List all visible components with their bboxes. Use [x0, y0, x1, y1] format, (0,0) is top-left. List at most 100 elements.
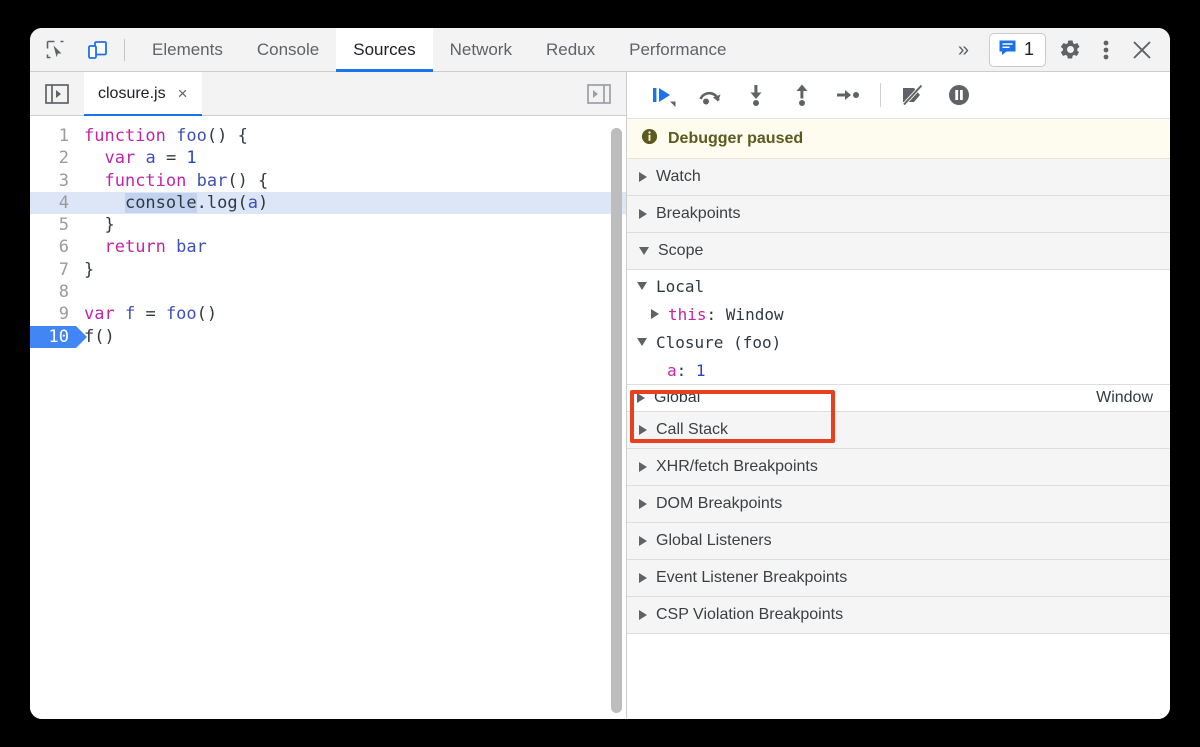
line-number[interactable]: 9 — [30, 303, 76, 325]
line-number[interactable]: 4 — [30, 191, 76, 215]
code-line[interactable]: 9 var f = foo() — [30, 303, 626, 325]
section-xhr-fetch-breakpoints[interactable]: XHR/fetch Breakpoints — [627, 449, 1170, 486]
property-separator: : — [676, 360, 696, 380]
code-line[interactable]: 3 function bar() { — [30, 170, 626, 192]
editor-pane: closure.js × 1 function foo() {2 var a = … — [30, 71, 627, 719]
section-breakpoints[interactable]: Breakpoints — [627, 196, 1170, 233]
scope-closure-label: Closure (foo) — [656, 332, 782, 352]
gear-icon[interactable] — [1052, 32, 1088, 68]
file-tab-closure-js[interactable]: closure.js × — [84, 71, 202, 116]
code-line[interactable]: 6 return bar — [30, 236, 626, 258]
file-tab-label: closure.js — [98, 84, 166, 102]
code-line[interactable]: 2 var a = 1 — [30, 147, 626, 169]
code-token: f — [124, 304, 136, 325]
more-tabs-button[interactable]: » — [944, 40, 983, 60]
code-token: return — [104, 237, 166, 258]
code-token: a — [247, 192, 259, 213]
scope-global-node[interactable]: Global Window — [627, 384, 1170, 412]
tab-console[interactable]: Console — [240, 28, 336, 72]
show-navigator-icon[interactable] — [40, 77, 74, 111]
tab-network[interactable]: Network — [433, 28, 529, 72]
line-number[interactable]: 1 — [30, 125, 76, 147]
section-global-listeners-label: Global Listeners — [656, 532, 772, 549]
code-token: ) — [258, 192, 269, 213]
code-line-text: var a = 1 — [76, 147, 197, 169]
code-line-text: function bar() { — [76, 170, 268, 192]
code-token: foo — [165, 304, 197, 325]
section-dom-breakpoints-label: DOM Breakpoints — [656, 495, 783, 512]
code-line[interactable]: 10 f() — [30, 325, 626, 348]
step-over-next-function-call-icon[interactable] — [687, 75, 733, 115]
code-token: var — [84, 304, 115, 325]
section-global-listeners[interactable]: Global Listeners — [627, 523, 1170, 560]
section-csp-violation-breakpoints[interactable]: CSP Violation Breakpoints — [627, 597, 1170, 634]
property-value: Window — [725, 304, 784, 324]
code-line[interactable]: 4 console.log(a) — [30, 191, 626, 215]
scope-closure-node[interactable]: Closure (foo) — [627, 328, 1170, 356]
code-line[interactable]: 5 } — [30, 214, 626, 236]
code-line-text: } — [76, 259, 94, 281]
breakpoint-marker[interactable]: 10 — [30, 325, 87, 348]
code-editor[interactable]: 1 function foo() {2 var a = 13 function b… — [30, 116, 626, 719]
code-token: function — [84, 126, 166, 146]
property-name: a — [667, 360, 677, 380]
step-icon[interactable] — [825, 75, 871, 115]
code-token: = — [155, 148, 187, 169]
debugger-controls-toolbar — [627, 72, 1170, 119]
code-token: 1 — [186, 148, 197, 169]
section-dom-breakpoints[interactable]: DOM Breakpoints — [627, 486, 1170, 523]
code-line[interactable]: 1 function foo() { — [30, 125, 626, 147]
scope-property-this[interactable]: this : Window — [627, 300, 1170, 328]
deactivate-breakpoints-icon[interactable] — [890, 75, 936, 115]
message-count: 1 — [1023, 39, 1034, 59]
line-number[interactable]: 6 — [30, 236, 76, 258]
line-number[interactable]: 3 — [30, 170, 76, 192]
file-tab-close-icon[interactable]: × — [178, 85, 188, 102]
code-token: .log( — [196, 192, 248, 213]
line-number[interactable]: 5 — [30, 214, 76, 236]
step-out-of-current-function-icon[interactable] — [779, 75, 825, 115]
code-line[interactable]: 8 — [30, 281, 626, 303]
tab-sources[interactable]: Sources — [336, 28, 434, 72]
pause-on-exceptions-icon[interactable] — [936, 75, 982, 115]
chevron-right-icon — [637, 393, 645, 403]
code-token: function — [104, 170, 187, 191]
code-token: = — [135, 304, 166, 325]
code-token: console — [124, 192, 197, 213]
section-scope[interactable]: Scope — [627, 233, 1170, 270]
editor-scrollbar[interactable] — [611, 128, 622, 713]
message-count-badge[interactable]: 1 — [988, 32, 1046, 67]
chevron-right-icon — [639, 573, 647, 583]
code-token: bar — [176, 237, 207, 258]
chevron-right-icon — [639, 172, 647, 182]
scope-property-a[interactable]: a : 1 — [627, 356, 1170, 384]
chevron-right-icon — [639, 536, 647, 546]
show-debugger-icon[interactable] — [582, 77, 616, 111]
debugger-sidebar: Debugger paused Watch Breakpoints Scope — [627, 72, 1170, 719]
line-number[interactable]: 2 — [30, 147, 76, 169]
inspect-element-icon[interactable] — [38, 33, 72, 67]
tab-redux[interactable]: Redux — [529, 28, 612, 72]
code-token: foo — [176, 126, 207, 146]
step-into-next-function-call-icon[interactable] — [733, 75, 779, 115]
kebab-menu-icon[interactable] — [1088, 32, 1124, 68]
debugger-paused-label: Debugger paused — [668, 129, 804, 147]
device-toolbar-icon[interactable] — [80, 33, 114, 67]
scope-local-node[interactable]: Local — [627, 272, 1170, 300]
tab-performance[interactable]: Performance — [612, 28, 743, 72]
section-watch[interactable]: Watch — [627, 159, 1170, 196]
resume-script-execution-icon[interactable] — [641, 75, 687, 115]
section-event-listener-breakpoints[interactable]: Event Listener Breakpoints — [627, 560, 1170, 597]
line-number[interactable]: 7 — [30, 259, 76, 281]
code-line[interactable]: 7} — [30, 259, 626, 281]
close-icon[interactable] — [1124, 32, 1160, 68]
chevron-down-icon — [637, 338, 647, 346]
section-call-stack[interactable]: Call Stack — [627, 412, 1170, 449]
scope-global-label: Global — [654, 389, 701, 406]
tab-elements[interactable]: Elements — [135, 28, 240, 72]
line-number[interactable]: 8 — [30, 281, 76, 303]
